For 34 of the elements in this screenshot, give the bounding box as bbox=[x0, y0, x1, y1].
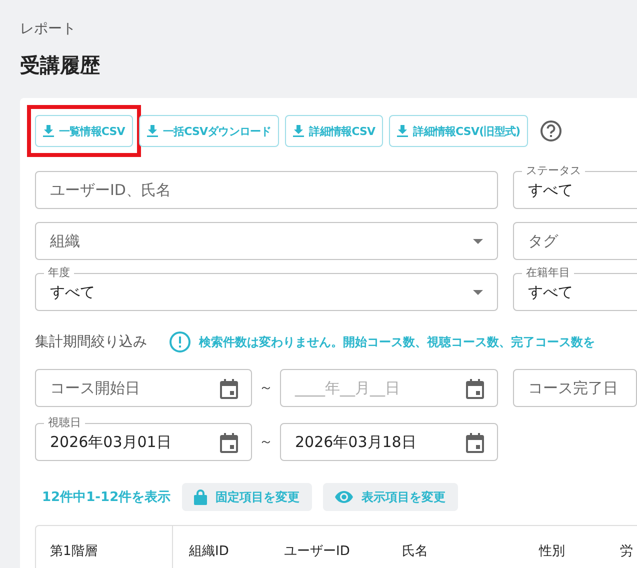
field-value: すべて bbox=[528, 282, 573, 302]
field-label: 在籍年目 bbox=[522, 266, 574, 280]
input-field[interactable]: タグ bbox=[513, 222, 637, 260]
breadcrumb: レポート bbox=[20, 20, 77, 38]
field-placeholder: ユーザーID、氏名 bbox=[50, 180, 171, 200]
field-label: 年度 bbox=[44, 266, 74, 280]
column-header: 労 bbox=[620, 542, 634, 560]
date-field[interactable]: 2026年03月18日 bbox=[280, 423, 498, 461]
input-field[interactable]: ユーザーID、氏名 bbox=[35, 171, 498, 209]
range-separator: ～ bbox=[258, 379, 274, 397]
field-label: 視聴日 bbox=[44, 416, 85, 430]
column-header: 氏名 bbox=[402, 542, 429, 560]
range-separator: ～ bbox=[258, 433, 274, 451]
column-header: 第1階層 bbox=[50, 542, 98, 560]
field-placeholder: コース完了日 bbox=[528, 378, 618, 398]
field-placeholder: タグ bbox=[528, 232, 558, 250]
date-field[interactable]: コース開始日 bbox=[35, 369, 252, 407]
column-header: 性別 bbox=[539, 542, 566, 560]
field-placeholder: 組織 bbox=[50, 232, 80, 250]
field-value: 2026年03月18日 bbox=[295, 432, 416, 452]
select-field[interactable]: 組織 bbox=[35, 222, 498, 260]
section-label: 集計期間絞り込み bbox=[35, 333, 147, 351]
field-placeholder: ____年__月__日 bbox=[295, 378, 400, 398]
page-title: 受講履歴 bbox=[20, 52, 101, 79]
result-count: 12件中1-12件を表示 bbox=[42, 489, 171, 506]
column-header: ユーザーID bbox=[284, 542, 351, 560]
field-value: 2026年03月01日 bbox=[50, 432, 172, 452]
field-value: すべて bbox=[528, 180, 573, 200]
input-field[interactable]: コース完了日 bbox=[513, 369, 637, 407]
notice-text: 検索件数は変わりません。開始コース数、視聴コース数、完了コース数を bbox=[199, 334, 595, 350]
field-placeholder: コース開始日 bbox=[50, 378, 140, 398]
column-header: 組織ID bbox=[189, 542, 230, 560]
field-label: ステータス bbox=[522, 164, 585, 178]
field-value: すべて bbox=[50, 282, 95, 302]
